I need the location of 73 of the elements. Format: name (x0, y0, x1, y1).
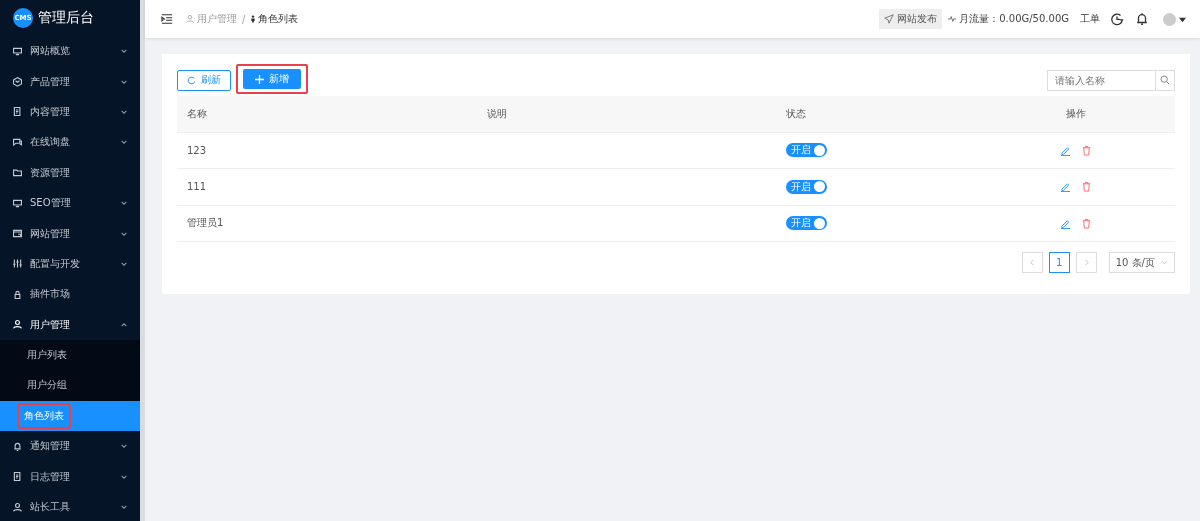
menu-item-icon (12, 440, 23, 452)
publish-button[interactable]: 网站发布 (879, 9, 943, 29)
chevron-down-icon (120, 503, 128, 512)
table-cell-text: 111 (186, 181, 208, 193)
chevron-down-icon (120, 138, 128, 147)
submenu-label: 用户列表 (27, 348, 67, 363)
edit-icon[interactable] (1059, 181, 1071, 193)
table-cell-text: 管理员1 (186, 216, 225, 231)
app-title: 管理后台 (38, 9, 94, 27)
chevron-down-icon (120, 47, 128, 56)
menu-item-icon (12, 106, 23, 118)
user-icon (185, 14, 195, 24)
sidebar-item[interactable]: 网站概览 (0, 36, 140, 67)
sidebar-item[interactable]: 产品管理 (0, 66, 140, 97)
sidebar-item[interactable]: 资源管理 (0, 157, 140, 188)
person-icon (250, 14, 257, 24)
delete-icon[interactable] (1080, 181, 1092, 193)
sidebar-item[interactable]: 配置与开发 (0, 248, 140, 280)
search-field[interactable]: 请输入名称 (1047, 69, 1156, 91)
table-cell-text: 123 (186, 144, 208, 156)
column-header: 状态 (785, 106, 807, 121)
caret-icon[interactable] (1179, 15, 1186, 23)
history-icon[interactable] (1110, 12, 1124, 26)
column-header: 名称 (186, 106, 208, 121)
sidebar-item[interactable]: 网站管理 (0, 218, 140, 249)
menu-item-icon (12, 288, 23, 300)
submenu-item[interactable]: 用户列表 (0, 339, 140, 371)
menu-item-icon (12, 197, 23, 209)
breadcrumb-separator: / (242, 13, 246, 25)
menu-icon[interactable] (161, 13, 173, 25)
sidebar-item[interactable]: 在线询盘 (0, 127, 140, 158)
search-button[interactable] (1156, 69, 1175, 91)
breadcrumb-current: 角色列表 (258, 12, 299, 26)
menu-item-icon (12, 136, 23, 148)
page-size-select[interactable]: 10 条/页 (1108, 252, 1175, 273)
menu-item-icon (12, 258, 23, 270)
column-header: 操作 (1064, 106, 1087, 121)
menu-item-icon (12, 45, 23, 57)
sidebar-item[interactable]: SEO管理 (0, 187, 140, 219)
menu-item-icon (12, 319, 23, 331)
sidebar-item[interactable]: 通知管理 (0, 431, 140, 462)
menu-item-icon (12, 76, 23, 88)
ticket-link[interactable]: 工单 (1080, 12, 1100, 26)
sidebar-item[interactable]: 用户管理 (0, 309, 140, 340)
chevron-right-icon (1082, 259, 1090, 266)
delete-icon[interactable] (1080, 217, 1092, 229)
chevron-left-icon (1028, 259, 1036, 266)
search-icon (1160, 75, 1170, 85)
sidebar-item[interactable]: 日志管理 (0, 461, 140, 492)
submenu-item[interactable]: 用户分组 (0, 370, 140, 401)
chevron-down-icon (120, 199, 128, 208)
sidebar-item[interactable]: 内容管理 (0, 96, 140, 128)
edit-icon[interactable] (1059, 217, 1071, 229)
chevron-down-icon (1161, 259, 1168, 266)
traffic-label: 月流量：0.00G/50.00G (948, 12, 1069, 26)
chevron-down-icon (120, 442, 128, 451)
menu-item-icon (12, 167, 23, 179)
send-icon (884, 14, 895, 24)
edit-icon[interactable] (1059, 144, 1071, 156)
highlighted-label: 角色列表 (19, 404, 69, 427)
sidebar-item[interactable]: 站长工具 (0, 491, 140, 521)
refresh-icon (187, 75, 196, 85)
menu-item-icon (12, 228, 23, 240)
menu-item-icon (12, 501, 23, 513)
column-header: 说明 (486, 106, 508, 121)
menu-item-icon (12, 471, 23, 483)
plus-icon (255, 74, 264, 84)
notification-icon[interactable] (1135, 12, 1149, 26)
pulse-icon (948, 15, 957, 23)
delete-icon[interactable] (1080, 144, 1092, 156)
chevron-up-icon (120, 320, 128, 329)
submenu-label: 用户分组 (27, 378, 67, 393)
sidebar-item[interactable]: 插件市场 (0, 279, 140, 310)
